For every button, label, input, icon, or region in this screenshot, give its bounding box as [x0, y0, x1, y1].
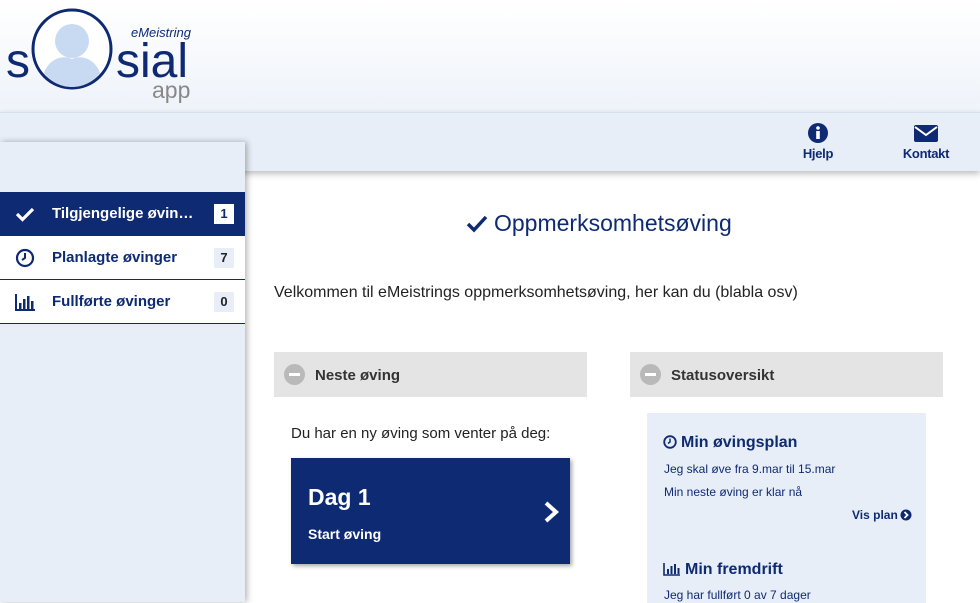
help-label: Hjelp — [802, 146, 834, 161]
app-logo[interactable]: eMeistring s sial app — [0, 0, 200, 112]
next-exercise-panel-header[interactable]: Neste øving — [274, 352, 587, 397]
check-icon — [15, 207, 35, 222]
progress-text: Jeg har fullført 0 av 7 dager — [664, 588, 811, 602]
new-exercise-text: Du har en ny øving som venter på deg: — [291, 425, 551, 442]
plan-section-title: Min øvingsplan — [663, 434, 797, 452]
collapse-icon[interactable] — [284, 364, 305, 385]
bar-chart-icon — [663, 563, 680, 576]
page-title-text: Oppmerksomhetsøving — [494, 210, 732, 236]
start-exercise-card[interactable]: Dag 1 Start øving — [291, 458, 570, 564]
bar-chart-icon — [15, 294, 35, 311]
plan-dates-text: Jeg skal øve fra 9.mar til 15.mar — [664, 462, 836, 476]
view-plan-link[interactable]: Vis plan — [852, 508, 912, 522]
progress-title: Min fremdrift — [685, 561, 783, 578]
count-badge: 7 — [214, 248, 234, 268]
chevron-circle-right-icon — [900, 509, 912, 521]
check-icon — [466, 215, 488, 233]
info-icon — [808, 123, 828, 143]
view-plan-label: Vis plan — [852, 508, 898, 522]
help-button[interactable]: Hjelp — [800, 122, 836, 161]
progress-section-title: Min fremdrift — [663, 561, 783, 579]
next-exercise-status: Min neste øving er klar nå — [664, 485, 803, 499]
status-panel-header[interactable]: Statusoversikt — [630, 352, 943, 397]
sidebar-item-label: Fullførte øvinger — [52, 293, 171, 310]
plan-title: Min øvingsplan — [681, 434, 798, 451]
sidebar-item-label: Planlagte øvinger — [52, 249, 178, 266]
sidebar-item-label: Tilgjengelige øvinger — [52, 205, 197, 222]
welcome-text: Velkommen til eMeistrings oppmerksomhets… — [274, 284, 798, 301]
card-title: Dag 1 — [308, 484, 371, 510]
clock-icon — [15, 248, 35, 268]
collapse-icon[interactable] — [640, 364, 661, 385]
count-badge: 0 — [214, 292, 234, 312]
panel-heading: Statusoversikt — [671, 367, 775, 384]
clock-icon — [663, 435, 677, 449]
envelope-icon — [914, 125, 938, 142]
logo-subtext: app — [152, 77, 191, 103]
card-action: Start øving — [308, 526, 382, 542]
sidebar-item-available[interactable]: Tilgjengelige øvinger 1 — [0, 192, 245, 236]
chevron-right-icon — [544, 501, 559, 523]
logo-text-left: s — [6, 35, 30, 88]
sidebar-item-planned[interactable]: Planlagte øvinger 7 — [0, 236, 245, 280]
logo-avatar-icon — [31, 8, 113, 90]
contact-label: Kontakt — [902, 146, 950, 161]
panel-heading: Neste øving — [315, 367, 401, 384]
sidebar-item-completed[interactable]: Fullførte øvinger 0 — [0, 280, 245, 324]
page-title: Oppmerksomhetsøving — [466, 210, 732, 237]
count-badge: 1 — [214, 204, 234, 224]
contact-button[interactable]: Kontakt — [901, 122, 951, 161]
